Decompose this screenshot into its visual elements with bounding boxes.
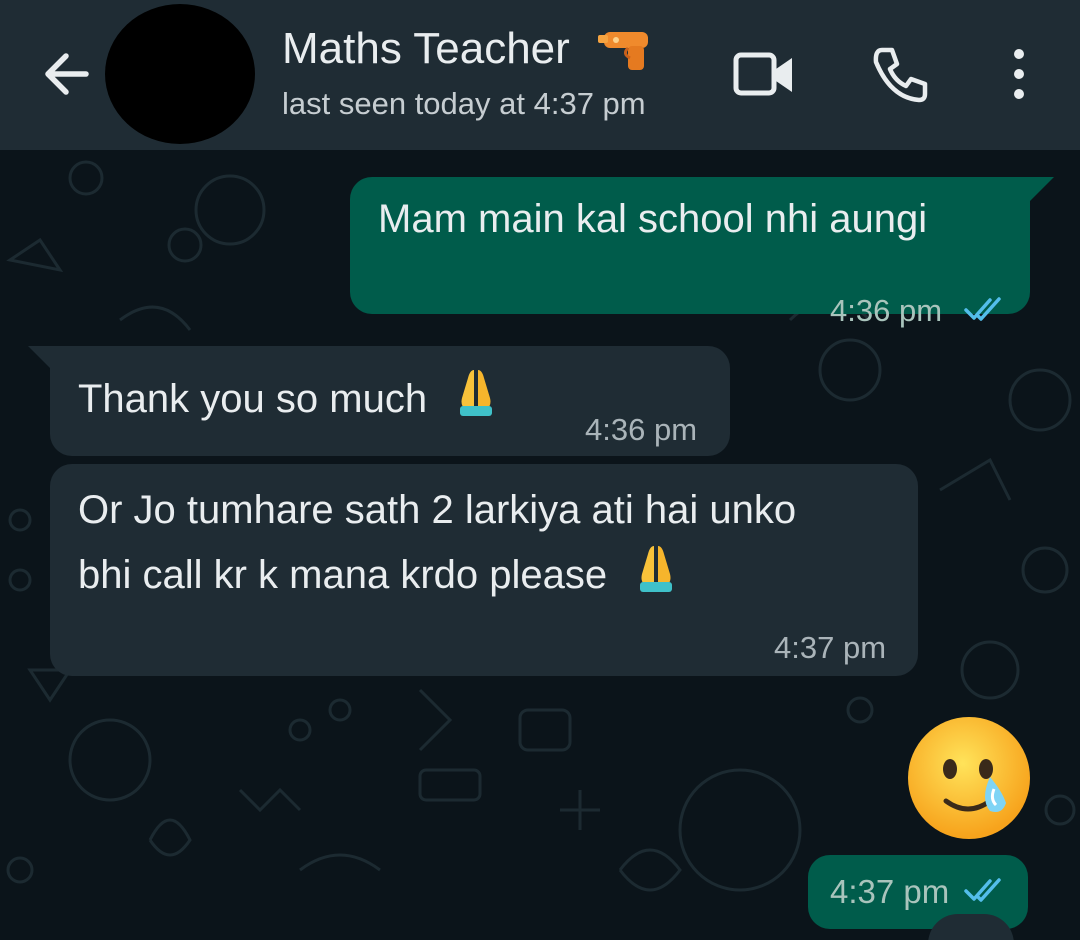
message-time: 4:37 pm <box>830 873 950 910</box>
chat-header: Maths Teacher last seen today at 4:37 pm <box>0 0 1080 150</box>
read-receipt-icon <box>964 297 1001 321</box>
message-text: Mam main kal school nhi aungi <box>378 197 928 241</box>
avatar[interactable] <box>105 4 255 144</box>
water-pistol-icon <box>598 28 652 72</box>
message-list[interactable]: Mam main kal school nhi aungi 4:36 pm Th… <box>0 150 1080 940</box>
back-arrow-icon[interactable] <box>38 44 98 104</box>
last-seen-status: last seen today at 4:37 pm <box>282 86 646 121</box>
video-call-icon[interactable] <box>730 46 798 104</box>
folded-hands-icon <box>460 370 493 416</box>
message-text: Thank you so much <box>78 366 500 431</box>
message-line: Or Jo tumhare sath 2 larkiya ati hai unk… <box>78 488 797 532</box>
read-receipt-icon <box>964 878 1001 902</box>
message-time: 4:36 pm <box>585 412 698 447</box>
crying-face-icon[interactable] <box>906 715 1032 841</box>
chat-screen: Maths Teacher last seen today at 4:37 pm <box>0 0 1080 940</box>
bubble-tail <box>1028 177 1054 203</box>
outgoing-message[interactable]: Mam main kal school nhi aungi 4:36 pm <box>350 177 1030 328</box>
phone-icon[interactable] <box>866 42 932 108</box>
message-line: bhi call kr k mana krdo please <box>78 542 680 607</box>
folded-hands-icon <box>640 546 673 592</box>
message-time: 4:36 pm <box>830 293 943 328</box>
incoming-message[interactable]: Or Jo tumhare sath 2 larkiya ati hai unk… <box>50 464 918 676</box>
more-vertical-icon[interactable] <box>1000 42 1038 108</box>
contact-name[interactable]: Maths Teacher <box>282 22 570 76</box>
message-time: 4:37 pm <box>774 630 887 665</box>
message-line-body: bhi call kr k mana krdo please <box>78 553 608 597</box>
incoming-message[interactable]: Thank you so much 4:36 pm <box>50 346 730 456</box>
message-text-body: Thank you so much <box>78 377 428 421</box>
